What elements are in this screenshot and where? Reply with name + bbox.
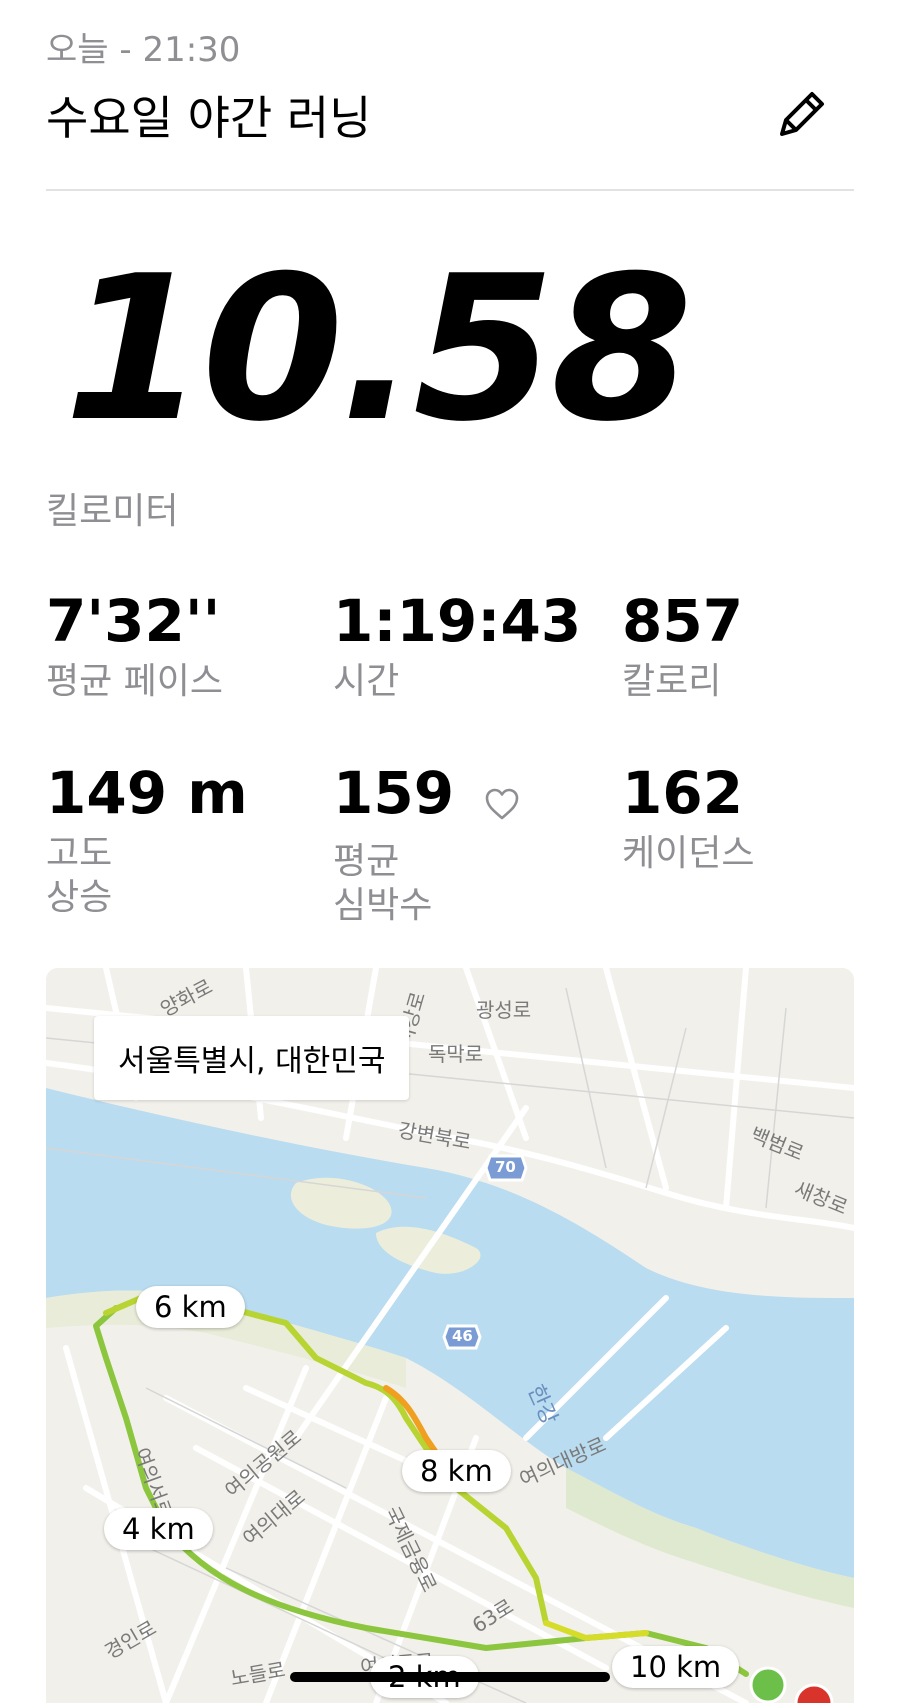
stat-heart-rate-label-line2: 심박수 — [333, 885, 433, 926]
stat-heart-rate-value: 159 — [333, 759, 455, 827]
stat-elevation-label-line2: 상승 — [46, 877, 113, 918]
heart-icon — [484, 772, 520, 830]
road-label: 독막로 — [428, 1042, 484, 1066]
stat-calories-label: 칼로리 — [622, 661, 722, 702]
header-divider — [46, 189, 854, 191]
stat-heart-rate: 159 평균 심박수 — [333, 764, 520, 928]
start-dot — [749, 1666, 787, 1703]
km-marker: 10 km — [612, 1646, 740, 1688]
pencil-icon — [780, 92, 824, 136]
stat-pace-label: 평균 페이스 — [46, 661, 224, 702]
stat-elevation-value: 149 m — [46, 759, 248, 827]
route-map[interactable]: 70 46 양화로 광성로 독막로 강변북로 백범로 새창로 여의공원로 여의서… — [46, 968, 854, 1703]
stat-elevation-label-line1: 고도 — [46, 833, 113, 874]
edit-button[interactable] — [772, 84, 832, 144]
stat-cadence-value: 162 — [622, 759, 744, 827]
stat-time: 1:19:43 시간 — [333, 592, 581, 704]
stat-cadence: 162 케이던스 — [622, 764, 754, 876]
stat-calories: 857 칼로리 — [622, 592, 743, 704]
shield-46-label: 46 — [452, 1327, 473, 1345]
activity-timestamp: 오늘 - 21:30 — [46, 30, 241, 70]
road-label: 광성로 — [476, 998, 532, 1022]
km-marker: 4 km — [104, 1508, 213, 1550]
home-indicator[interactable] — [290, 1672, 610, 1682]
km-marker: 6 km — [136, 1286, 245, 1328]
stat-heart-rate-label: 평균 심박수 — [333, 840, 520, 928]
stat-calories-value: 857 — [622, 587, 744, 655]
stat-elevation-label: 고도 상승 — [46, 832, 248, 920]
stat-time-value: 1:19:43 — [333, 587, 582, 655]
shield-70-label: 70 — [495, 1158, 516, 1176]
stat-pace: 7'32'' 평균 페이스 — [46, 592, 223, 704]
stat-cadence-label: 케이던스 — [622, 833, 755, 874]
distance-unit: 킬로미터 — [46, 491, 179, 532]
stat-heart-rate-label-line1: 평균 — [333, 841, 400, 882]
stat-time-label: 시간 — [333, 661, 400, 702]
stat-pace-value: 7'32'' — [46, 587, 221, 655]
activity-title: 수요일 야간 러닝 — [46, 91, 372, 145]
km-marker: 8 km — [402, 1450, 511, 1492]
stat-elevation: 149 m 고도 상승 — [46, 764, 248, 920]
map-location-label: 서울특별시, 대한민국 — [94, 1016, 410, 1100]
distance-value: 10.58 — [63, 233, 693, 466]
